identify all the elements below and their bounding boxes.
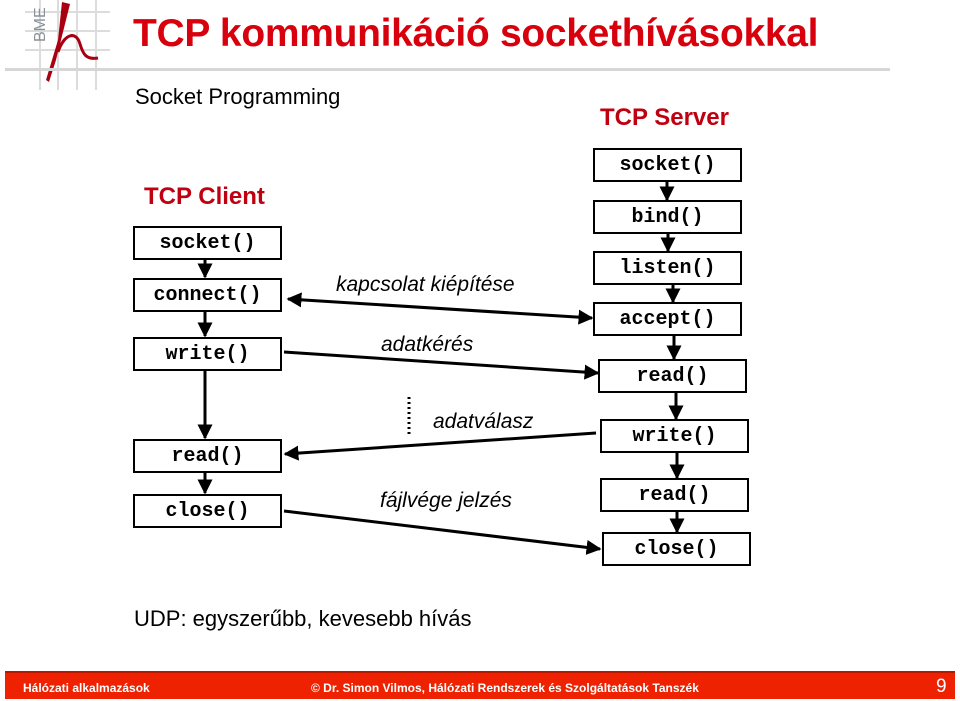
server-call-read-eof: read() — [600, 478, 749, 512]
server-call-socket: socket() — [593, 148, 742, 182]
client-call-close: close() — [133, 494, 282, 528]
server-call-listen: listen() — [593, 251, 742, 285]
response-arrow — [283, 431, 597, 461]
server-call-close: close() — [602, 532, 751, 566]
client-call-read: read() — [133, 439, 282, 473]
server-call-write: write() — [600, 419, 749, 453]
response-label: adatválasz — [433, 410, 534, 433]
client-column-title: TCP Client — [144, 183, 265, 210]
connect-label: kapcsolat kiépítése — [336, 273, 515, 296]
connect-arrow — [286, 292, 594, 325]
server-call-accept: accept() — [593, 302, 742, 336]
footer: Hálózati alkalmazások © Dr. Simon Vilmos… — [0, 669, 960, 701]
server-call-bind: bind() — [593, 200, 742, 234]
server-column-title: TCP Server — [600, 104, 729, 131]
udp-note: UDP: egyszerűbb, kevesebb hívás — [134, 606, 472, 631]
footer-copyright: © Dr. Simon Vilmos, Hálózati Rendszerek … — [311, 681, 699, 695]
bme-logo: BME — [5, 0, 130, 90]
client-call-socket: socket() — [133, 226, 282, 260]
server-call-read: read() — [598, 359, 747, 393]
eof-label: fájlvége jelzés — [380, 489, 512, 512]
footer-bar: Hálózati alkalmazások © Dr. Simon Vilmos… — [5, 671, 955, 699]
client-call-write: write() — [133, 337, 282, 371]
page-title: TCP kommunikáció socket­hívásokkal — [133, 12, 819, 55]
page-number: 9 — [936, 676, 947, 697]
client-call-connect: connect() — [133, 278, 282, 312]
subtitle: Socket Programming — [135, 84, 341, 109]
header-divider — [5, 68, 890, 71]
logo-text: BME — [32, 7, 49, 42]
request-label: adatkérés — [381, 333, 474, 356]
footer-course-name: Hálózati alkalmazások — [23, 681, 150, 695]
eof-arrow — [283, 509, 602, 555]
